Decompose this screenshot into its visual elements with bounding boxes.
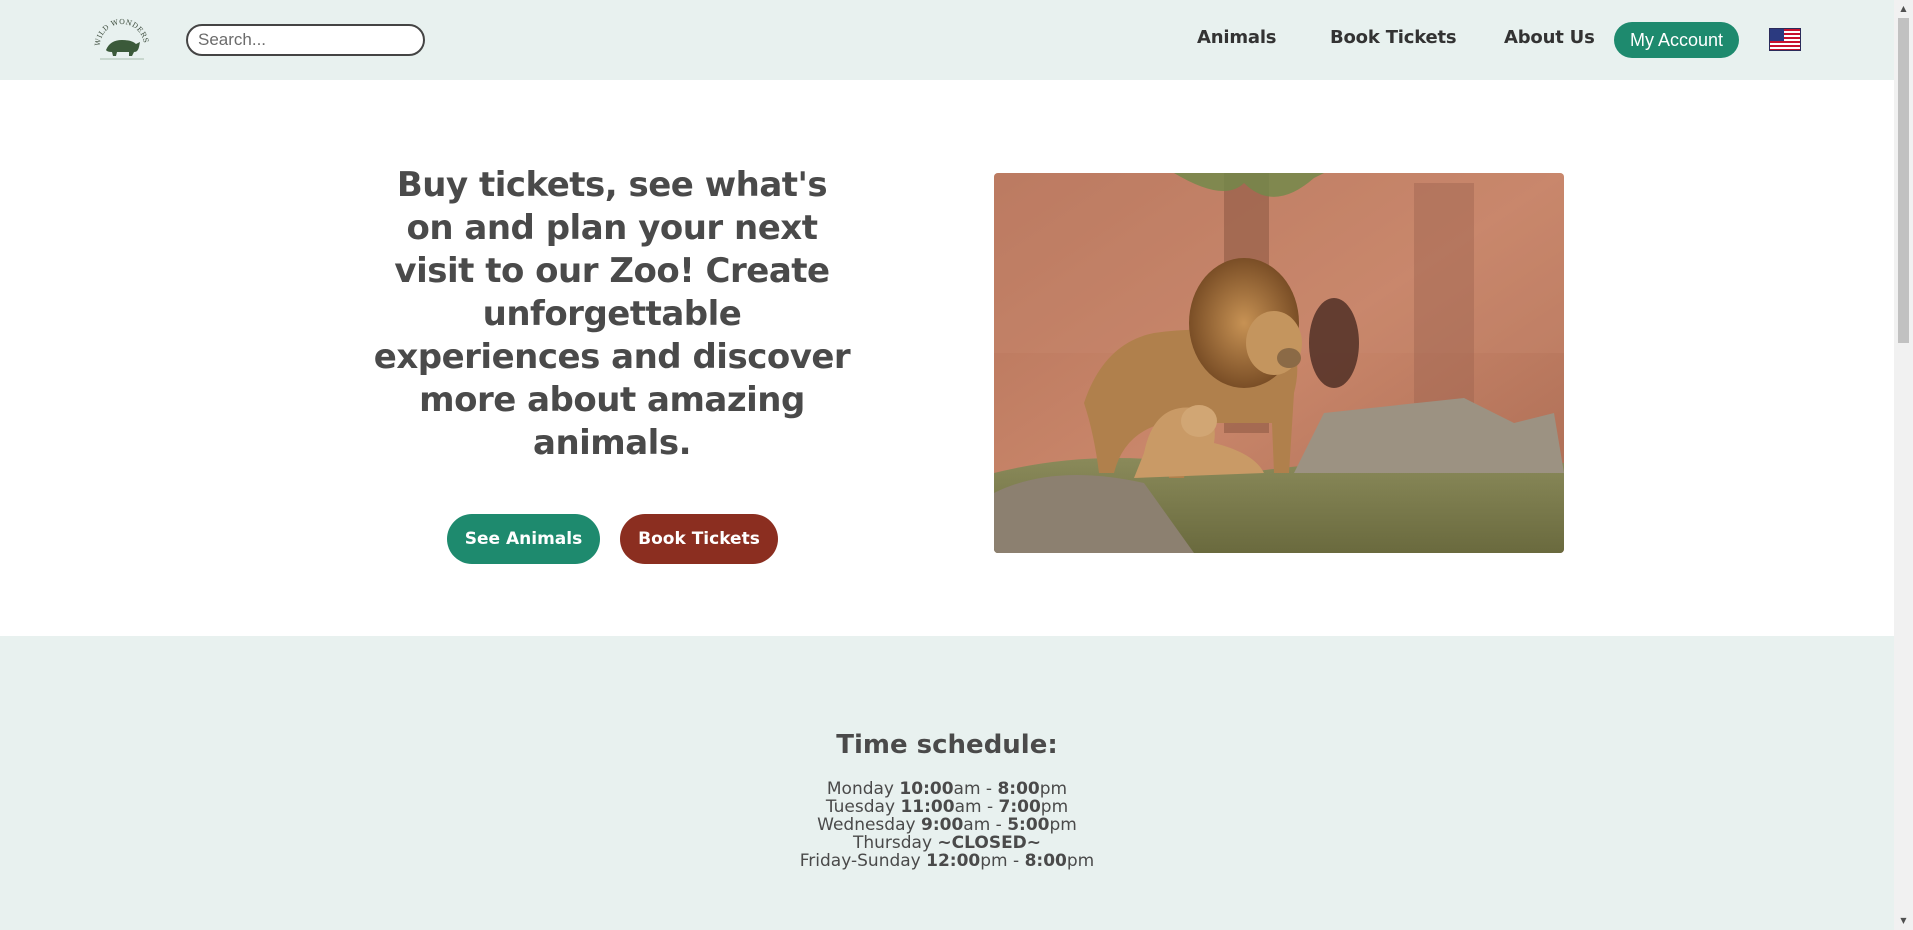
see-animals-button[interactable]: See Animals bbox=[447, 514, 600, 564]
scroll-down-arrow-icon[interactable]: ▼ bbox=[1898, 916, 1909, 926]
scrollbar-thumb[interactable] bbox=[1898, 18, 1909, 343]
zoo-logo[interactable]: WILD WONDERS ZOO bbox=[92, 16, 152, 62]
schedule-row-tuesday: Tuesday 11:00am - 7:00pm bbox=[825, 797, 1069, 817]
schedule-row-friday-sunday: Friday-Sunday 12:00pm - 8:00pm bbox=[799, 851, 1095, 871]
vertical-scrollbar[interactable]: ▲ ▼ bbox=[1894, 0, 1913, 930]
schedule-list: Monday 10:00am - 8:00pm Tuesday 11:00am … bbox=[0, 780, 1894, 870]
hero-heading: Buy tickets, see what's on and plan your… bbox=[373, 165, 851, 463]
schedule-row-thursday: Thursday ~CLOSED~ bbox=[852, 833, 1042, 853]
schedule-row-monday: Monday 10:00am - 8:00pm bbox=[826, 779, 1068, 799]
search-input[interactable] bbox=[186, 24, 425, 56]
nav-animals-link[interactable]: Animals bbox=[1197, 27, 1277, 48]
nav-about-us-link[interactable]: About Us bbox=[1504, 27, 1595, 48]
lions-photo bbox=[994, 173, 1564, 553]
nav-book-tickets-link[interactable]: Book Tickets bbox=[1330, 27, 1457, 48]
schedule-title: Time schedule: bbox=[836, 730, 1058, 760]
schedule-row-wednesday: Wednesday 9:00am - 5:00pm bbox=[817, 815, 1077, 835]
scroll-up-arrow-icon[interactable]: ▲ bbox=[1898, 4, 1909, 14]
my-account-button[interactable]: My Account bbox=[1614, 22, 1739, 58]
top-navigation-bar: WILD WONDERS ZOO Animals Book Tickets Ab… bbox=[0, 0, 1894, 80]
us-flag-icon[interactable] bbox=[1769, 28, 1801, 51]
time-schedule-section: Time schedule: Monday 10:00am - 8:00pm T… bbox=[0, 636, 1894, 930]
book-tickets-button[interactable]: Book Tickets bbox=[620, 514, 778, 564]
